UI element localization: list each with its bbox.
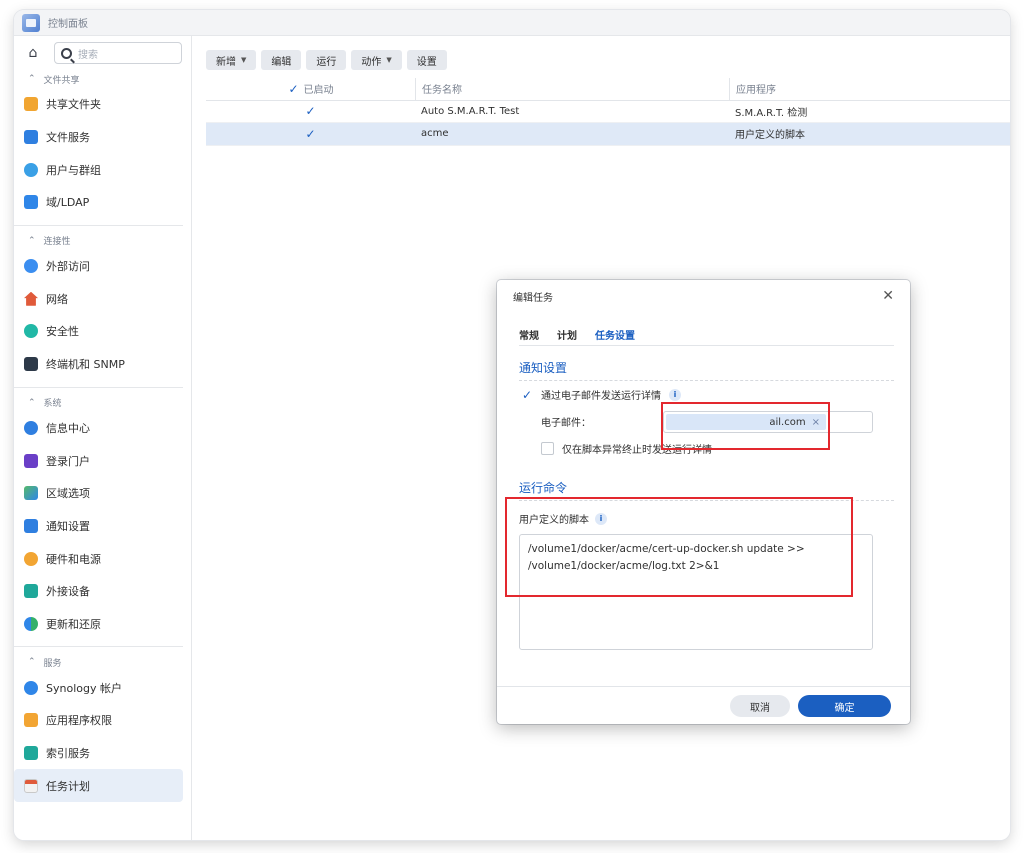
column-application[interactable]: 应用程序	[736, 81, 776, 96]
run-button[interactable]: 运行	[306, 50, 347, 70]
create-button[interactable]: 新增 ▼	[206, 50, 257, 70]
external-access-icon	[24, 259, 38, 274]
lock-icon	[24, 713, 38, 728]
divider	[14, 386, 183, 388]
settings-button[interactable]: 设置	[406, 50, 447, 70]
info-icon[interactable]: i	[669, 388, 681, 401]
sidebar-item-info-center[interactable]: 信息中心	[14, 412, 191, 445]
close-icon[interactable]: ✕	[882, 288, 894, 304]
sidebar-item-update-restore[interactable]: 更新和还原	[14, 608, 191, 641]
indexing-icon	[24, 746, 38, 761]
chevron-up-icon: ⌃	[28, 235, 36, 246]
notification-icon	[24, 518, 38, 533]
chevron-up-icon: ⌃	[28, 74, 36, 84]
chevron-up-icon: ⌃	[28, 397, 36, 408]
action-button[interactable]: 动作 ▼	[351, 50, 402, 70]
task-name: Auto S.M.A.R.T. Test	[421, 105, 520, 117]
tab-general[interactable]: 常规	[519, 322, 539, 346]
sidebar-item-login-portal[interactable]: 登录门户	[14, 444, 191, 477]
tab-task-settings[interactable]: 任务设置	[595, 322, 635, 346]
check-icon: ✓	[288, 81, 299, 96]
sidebar-item-notification[interactable]: 通知设置	[14, 510, 191, 543]
enabled-checkbox[interactable]: ✓	[305, 105, 317, 117]
sidebar-item-indexing[interactable]: 索引服务	[14, 737, 191, 770]
task-name: acme	[421, 128, 449, 140]
sidebar-item-network[interactable]: 网络	[14, 282, 191, 315]
folder-icon	[24, 97, 38, 112]
task-table: ✓ 已启动 任务名称 应用程序 ✓ Auto S.M.A.R.T. Test S.…	[206, 78, 1010, 146]
abnormal-only-checkbox[interactable]	[541, 442, 554, 455]
table-row[interactable]: ✓ acme 用户定义的脚本	[206, 123, 1010, 146]
sidebar-item-external-devices[interactable]: 外接设备	[14, 575, 191, 608]
cancel-button[interactable]: 取消	[730, 695, 790, 717]
task-app: S.M.A.R.T. 检测	[735, 107, 808, 119]
sidebar-item-task-scheduler[interactable]: 任务计划	[14, 769, 183, 803]
toolbar: 新增 ▼ 编辑 运行 动作 ▼ 设置	[206, 50, 447, 70]
file-services-icon	[24, 130, 38, 145]
domain-icon	[24, 195, 38, 210]
caret-down-icon: ▼	[386, 56, 392, 64]
send-email-checkbox[interactable]: ✓	[521, 389, 533, 401]
update-icon	[24, 616, 38, 631]
dialog-tabs: 常规 计划 任务设置	[519, 322, 894, 346]
control-panel-icon	[22, 13, 40, 32]
table-row[interactable]: ✓ Auto S.M.A.R.T. Test S.M.A.R.T. 检测	[206, 101, 1010, 123]
external-device-icon	[24, 584, 38, 599]
sidebar-item-domain-ldap[interactable]: 域/LDAP	[14, 186, 191, 219]
sidebar-item-synology-account[interactable]: Synology 帐户	[14, 671, 191, 704]
enabled-checkbox[interactable]: ✓	[305, 128, 317, 140]
search-icon	[61, 47, 72, 59]
sidebar-item-app-privileges[interactable]: 应用程序权限	[14, 704, 191, 737]
send-email-label: 通过电子邮件发送运行详情	[541, 391, 661, 402]
email-label: 电子邮件：	[541, 418, 591, 429]
search-placeholder: 搜索	[78, 49, 98, 61]
group-connectivity[interactable]: ⌃ 连接性	[14, 232, 191, 250]
info-icon	[24, 420, 38, 435]
highlight-email-box	[661, 402, 830, 450]
sidebar-item-external-access[interactable]: 外部访问	[14, 250, 191, 283]
sidebar: ⌂ 搜索 ⌃ 文件共享 共享文件夹 文件服务 用户与群组 域/LDAP ⌃ 连接性 …	[14, 36, 192, 840]
chevron-up-icon: ⌃	[28, 657, 36, 668]
table-header: ✓ 已启动 任务名称 应用程序	[206, 78, 1010, 101]
sidebar-item-regional-options[interactable]: 区域选项	[14, 477, 191, 510]
send-email-row: ✓ 通过电子邮件发送运行详情 i	[521, 387, 681, 402]
shield-icon	[24, 324, 38, 339]
regional-icon	[24, 486, 38, 501]
terminal-icon	[24, 357, 38, 372]
sidebar-item-shared-folder[interactable]: 共享文件夹	[14, 88, 191, 121]
group-services[interactable]: ⌃ 服务	[14, 653, 191, 671]
divider	[14, 224, 183, 226]
highlight-script-box	[505, 497, 853, 597]
notify-section-title: 通知设置	[519, 359, 894, 381]
lightbulb-icon	[24, 551, 38, 566]
tab-schedule[interactable]: 计划	[557, 322, 577, 346]
home-icon[interactable]: ⌂	[20, 42, 46, 64]
ok-button[interactable]: 确定	[798, 695, 891, 717]
search-input[interactable]: 搜索	[54, 42, 182, 64]
column-enabled[interactable]: 已启动	[304, 81, 334, 96]
divider	[14, 646, 183, 648]
sidebar-item-terminal-snmp[interactable]: 终端机和 SNMP	[14, 348, 191, 381]
group-file-sharing[interactable]: ⌃ 文件共享	[14, 70, 191, 88]
title-bar: 控制面板	[14, 10, 1010, 36]
window-title: 控制面板	[48, 19, 88, 30]
group-system[interactable]: ⌃ 系统	[14, 394, 191, 412]
account-icon	[24, 680, 38, 695]
sidebar-item-security[interactable]: 安全性	[14, 315, 191, 348]
column-task-name[interactable]: 任务名称	[422, 81, 462, 96]
network-icon	[24, 291, 38, 306]
sidebar-item-file-services[interactable]: 文件服务	[14, 121, 191, 154]
sidebar-item-hardware-power[interactable]: 硬件和电源	[14, 542, 191, 575]
caret-down-icon: ▼	[241, 56, 247, 64]
sidebar-item-users-groups[interactable]: 用户与群组	[14, 153, 191, 186]
task-app: 用户定义的脚本	[735, 130, 805, 142]
edit-button[interactable]: 编辑	[261, 50, 302, 70]
dialog-title: 编辑任务	[513, 292, 553, 304]
calendar-icon	[24, 778, 38, 793]
users-icon	[24, 162, 38, 177]
dialog-footer: 取消 确定	[497, 686, 910, 724]
login-portal-icon	[24, 453, 38, 468]
